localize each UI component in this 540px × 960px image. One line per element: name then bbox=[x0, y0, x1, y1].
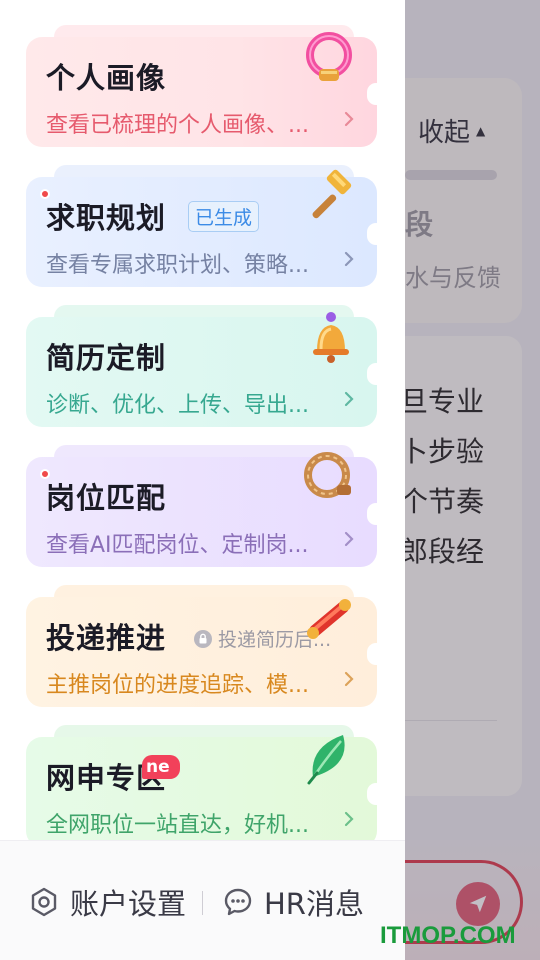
card-job-match[interactable]: 岗位匹配 查看AI匹配岗位、定制岗... bbox=[26, 445, 385, 567]
card-resume-custom[interactable]: 简历定制 诊断、优化、上传、导出... bbox=[26, 305, 385, 427]
footer-divider bbox=[202, 891, 203, 915]
card-description: 查看专属求职计划、策略... bbox=[46, 253, 309, 278]
card-notch bbox=[367, 643, 385, 665]
lock-icon bbox=[194, 629, 212, 648]
bell-icon bbox=[313, 312, 349, 363]
watermark-logo: ITMOP.COM bbox=[380, 922, 516, 949]
card-title: 个人画像 bbox=[46, 61, 167, 95]
card-profile[interactable]: 个人画像 查看已梳理的个人画像、... bbox=[26, 25, 385, 147]
card-notch bbox=[367, 83, 385, 105]
card-description: 查看AI匹配岗位、定制岗... bbox=[46, 533, 309, 558]
drawer-footer: 账户设置 HR消息 bbox=[0, 840, 405, 960]
card-notch bbox=[367, 503, 385, 525]
card-title: 投递推进 bbox=[46, 621, 167, 655]
chevron-right-icon bbox=[344, 811, 354, 827]
card-notch bbox=[367, 783, 385, 805]
account-settings-button[interactable]: 账户设置 bbox=[28, 881, 186, 923]
chevron-right-icon bbox=[344, 111, 354, 127]
card-title: 求职规划 bbox=[46, 201, 167, 235]
card-description: 主推岗位的进度追踪、模... bbox=[46, 673, 309, 698]
scroll-icon bbox=[307, 599, 351, 639]
card-description: 查看已梳理的个人画像、... bbox=[46, 113, 309, 138]
card-description: 诊断、优化、上传、导出... bbox=[46, 393, 309, 418]
hammer-icon bbox=[312, 169, 352, 219]
card-job-plan[interactable]: 求职规划 已生成 查看专属求职计划、策略... bbox=[26, 165, 385, 287]
side-drawer: 个人画像 查看已梳理的个人画像、... 求职规划 已生成 查看专属求职计划、策略… bbox=[0, 0, 405, 960]
card-description: 全网职位一站直达，好机... bbox=[46, 813, 309, 838]
status-badge: 已生成 bbox=[188, 201, 260, 232]
chevron-right-icon bbox=[344, 671, 354, 687]
card-online-application[interactable]: 网申专区 ne 全网职位一站直达，好机... bbox=[26, 725, 385, 847]
ring-icon bbox=[306, 32, 352, 81]
card-title: 岗位匹配 bbox=[46, 481, 167, 515]
chevron-right-icon bbox=[344, 531, 354, 547]
chevron-right-icon bbox=[344, 391, 354, 407]
card-title: 简历定制 bbox=[46, 341, 167, 375]
settings-icon bbox=[31, 887, 57, 917]
rope-ring-icon bbox=[304, 452, 351, 498]
account-settings-label: 账户设置 bbox=[70, 887, 187, 921]
card-notch bbox=[367, 223, 385, 245]
hr-messages-label: HR消息 bbox=[264, 887, 364, 921]
hr-messages-button[interactable]: HR消息 bbox=[222, 881, 364, 923]
new-badge: ne bbox=[142, 755, 180, 779]
chevron-right-icon bbox=[344, 251, 354, 267]
chat-bubble-icon bbox=[224, 888, 252, 916]
card-notch bbox=[367, 363, 385, 385]
leaf-icon bbox=[307, 735, 345, 785]
card-application-progress[interactable]: 投递推进 投递简历后... 主推岗位的进度追踪、模... bbox=[26, 585, 385, 707]
